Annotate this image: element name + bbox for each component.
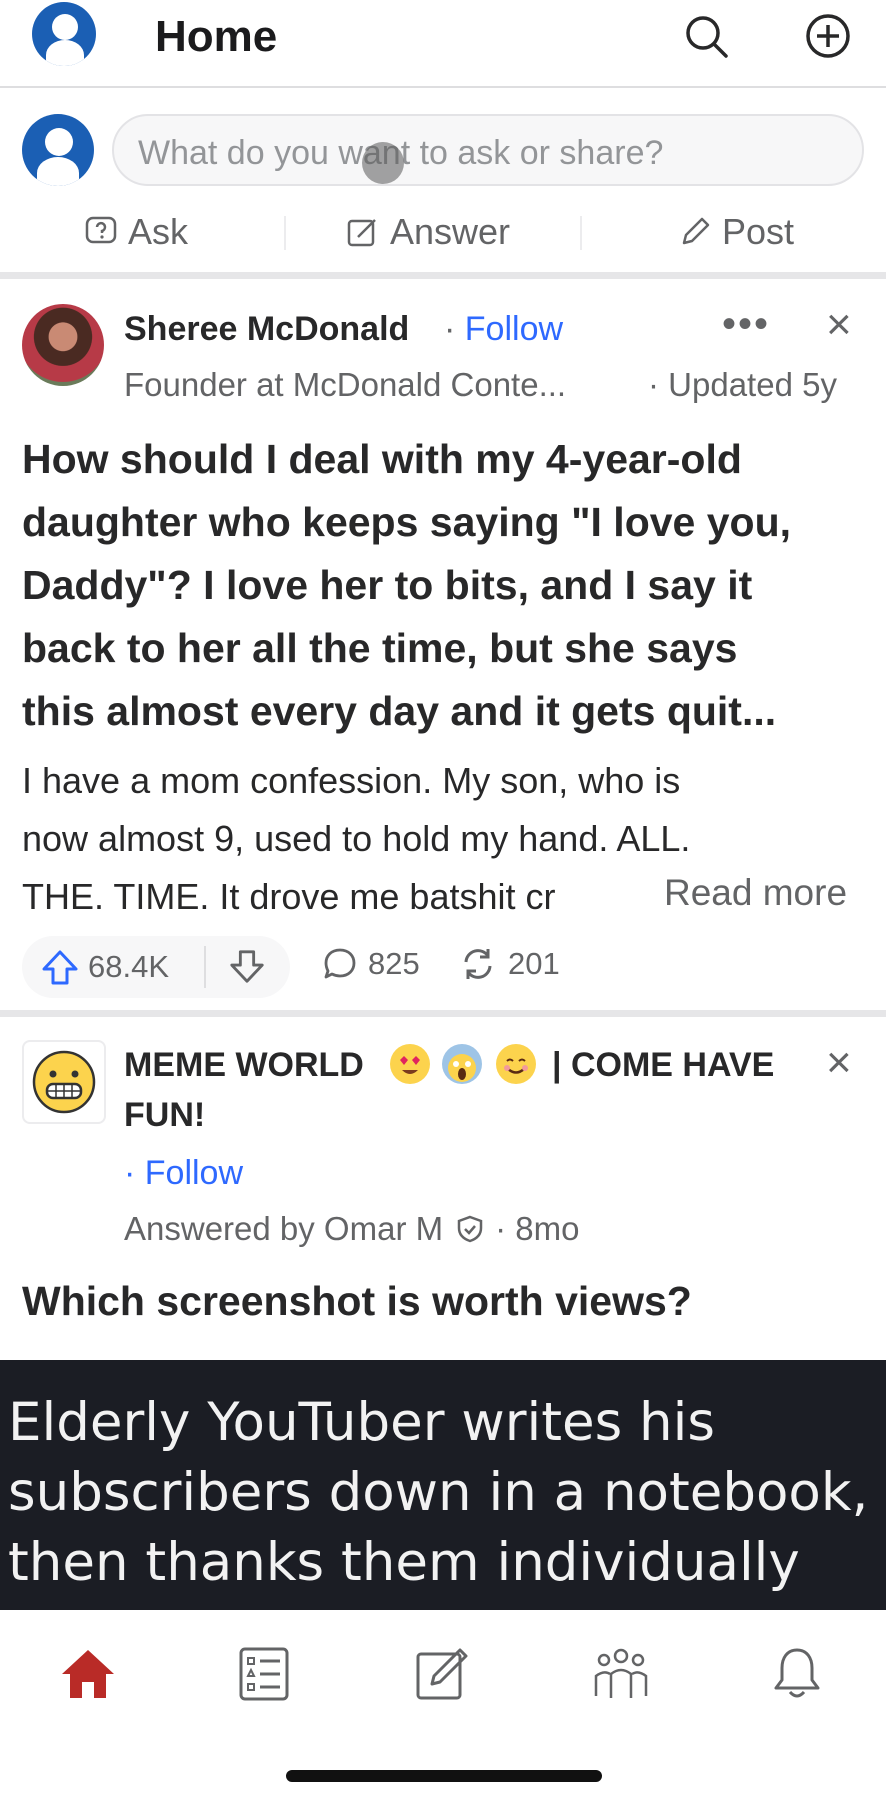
more-options-icon[interactable]: ••• [722,302,770,347]
divider [284,216,286,250]
space-name-suffix[interactable]: | COME HAVE [552,1046,774,1085]
space-name-end[interactable]: FUN! [124,1096,205,1135]
search-icon[interactable] [682,12,732,67]
add-circle-icon[interactable] [804,12,852,65]
question-title[interactable]: Which screenshot is worth views? [22,1270,872,1333]
home-icon[interactable] [58,1646,118,1707]
follow-link[interactable]: · Follow [444,310,563,349]
section-divider [0,272,886,279]
image-caption-line: Elderly YouTuber writes his [8,1392,715,1453]
divider [204,946,206,988]
share-button[interactable]: 201 [458,946,560,982]
section-divider [0,1010,886,1017]
following-list-icon[interactable] [238,1646,290,1707]
ask-label: Ask [128,211,189,252]
profile-avatar-icon[interactable] [32,2,96,66]
close-icon[interactable]: × [826,300,852,350]
smiling-face-emoji-icon [496,1044,536,1084]
home-indicator[interactable] [286,1770,602,1782]
ask-or-share-input[interactable]: What do you want to ask or share? [112,114,864,186]
post-label: Post [722,211,795,252]
comment-count: 825 [368,946,420,981]
question-icon [85,216,117,244]
touch-indicator [362,142,404,184]
post-updated-time: · Updated 5y [648,366,837,403]
space-avatar[interactable] [22,1040,106,1124]
divider [580,216,582,250]
grinning-face-icon [32,1050,96,1114]
comments-button[interactable]: 825 [322,946,420,982]
read-more-link[interactable]: Read more [658,872,848,914]
top-header: Home [0,0,886,88]
pencil-icon [682,217,710,245]
comment-icon [324,948,356,979]
upvote-arrow-icon [42,950,78,985]
downvote-arrow-icon [230,950,264,983]
write-icon[interactable] [414,1646,470,1707]
verified-shield-icon [457,1215,483,1243]
reshare-icon [464,949,492,979]
post-button[interactable]: Post [678,208,794,256]
answer-label: Answer [390,211,511,252]
image-caption-line: subscribers down in a notebook, [8,1462,869,1523]
vote-bar: 68.4K [22,936,290,998]
page-title: Home [155,12,278,61]
upvote-count: 68.4K [88,949,170,984]
edit-icon [347,219,376,247]
answer-button[interactable]: Answer [346,208,510,256]
share-count: 201 [508,946,560,981]
question-title[interactable]: How should I deal with my 4-year-old dau… [22,428,872,743]
follow-link[interactable]: · Follow [124,1154,243,1193]
author-credential: Founder at McDonald Conte... [124,366,567,403]
screaming-face-emoji-icon [442,1044,482,1084]
heart-eyes-emoji-icon [390,1044,430,1084]
ask-button[interactable]: Ask [84,208,188,256]
answered-by: Answered by Omar M · 8mo [124,1210,580,1247]
notifications-icon[interactable] [770,1646,824,1707]
spaces-icon[interactable] [592,1646,650,1707]
composer-avatar-icon [22,114,94,186]
author-name[interactable]: Sheree McDonald [124,310,409,349]
space-name[interactable]: MEME WORLD [124,1046,364,1085]
close-icon[interactable]: × [826,1038,852,1088]
downvote-button[interactable] [228,948,266,991]
image-caption-line: then thanks them individually [8,1532,800,1593]
author-avatar[interactable] [22,304,104,386]
answer-image[interactable]: Elderly YouTuber writes his subscribers … [0,1360,886,1610]
upvote-button[interactable]: 68.4K [40,946,169,988]
